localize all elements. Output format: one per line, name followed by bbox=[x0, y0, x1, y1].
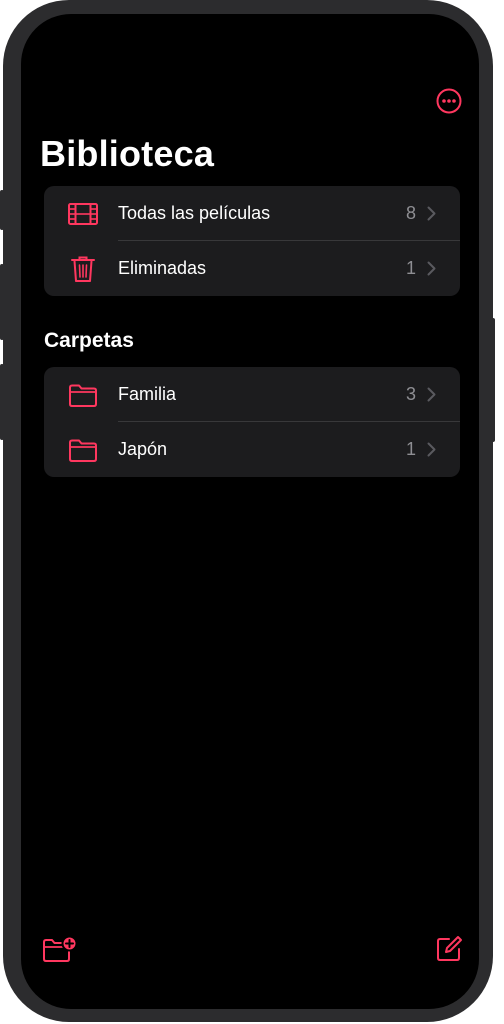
library-group: Todas las películas 8 Eliminadas 1 bbox=[44, 186, 460, 296]
chevron-right-icon bbox=[427, 442, 436, 457]
folder-icon bbox=[69, 439, 97, 462]
row-label: Familia bbox=[118, 384, 177, 404]
folder-icon bbox=[69, 384, 97, 407]
volume-down-button bbox=[0, 364, 4, 440]
new-folder-button[interactable] bbox=[41, 934, 79, 964]
row-label: Japón bbox=[118, 439, 168, 459]
new-folder-icon bbox=[43, 935, 78, 962]
chevron-right-icon bbox=[427, 206, 436, 221]
row-count: 8 bbox=[405, 203, 416, 223]
page-title: Biblioteca bbox=[40, 133, 215, 174]
more-button[interactable] bbox=[436, 88, 462, 114]
folder-row-japon[interactable]: Japón 1 bbox=[44, 422, 460, 477]
library-row-all-movies[interactable]: Todas las películas 8 bbox=[44, 186, 460, 241]
folders-group: Familia 3 Japón 1 bbox=[44, 367, 460, 477]
volume-up-button bbox=[0, 264, 4, 340]
row-count: 1 bbox=[405, 258, 416, 278]
row-count: 3 bbox=[405, 384, 416, 404]
device-frame: Biblioteca Todas las películas 8 Elimina… bbox=[0, 0, 495, 1022]
trash-icon bbox=[71, 256, 95, 282]
chevron-right-icon bbox=[427, 387, 436, 402]
mute-switch bbox=[0, 190, 4, 230]
compose-button[interactable] bbox=[434, 934, 464, 964]
chevron-right-icon bbox=[427, 261, 436, 276]
library-row-deleted[interactable]: Eliminadas 1 bbox=[44, 241, 460, 296]
row-label: Todas las películas bbox=[118, 203, 271, 223]
more-icon bbox=[436, 88, 462, 114]
screen: Biblioteca Todas las películas 8 Elimina… bbox=[21, 14, 479, 1009]
power-button bbox=[491, 318, 495, 442]
compose-icon bbox=[437, 936, 462, 961]
film-icon bbox=[68, 203, 98, 225]
row-count: 1 bbox=[405, 439, 416, 459]
folders-section-header: Carpetas bbox=[44, 329, 134, 352]
folder-row-familia[interactable]: Familia 3 bbox=[44, 367, 460, 422]
row-label: Eliminadas bbox=[118, 258, 207, 278]
